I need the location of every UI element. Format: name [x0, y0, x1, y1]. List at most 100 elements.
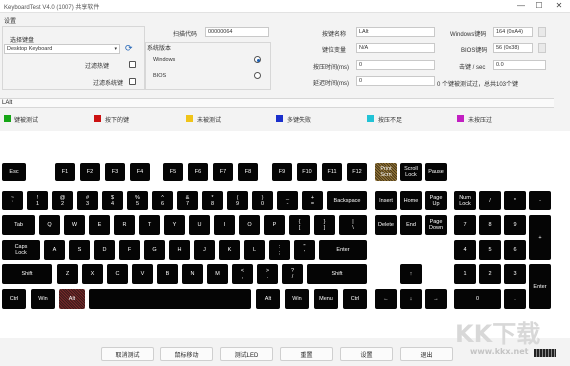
- key-arrow-down[interactable]: ↓: [400, 289, 422, 309]
- key-f10[interactable]: F10: [297, 163, 317, 181]
- key-left-ctrl[interactable]: Ctrl: [2, 289, 26, 309]
- key-f1[interactable]: F1: [55, 163, 75, 181]
- maximize-button[interactable]: ☐: [532, 1, 546, 11]
- key-print-screen[interactable]: Print Scrn: [375, 163, 397, 181]
- key-f4[interactable]: F4: [130, 163, 150, 181]
- key-o[interactable]: O: [239, 215, 260, 235]
- key-0[interactable]: ) 0: [252, 191, 273, 210]
- keyboard-select[interactable]: Desktop Keyboard ▾: [4, 44, 120, 54]
- key-7[interactable]: & 7: [177, 191, 198, 210]
- key-numpad-6[interactable]: 6: [504, 240, 526, 260]
- key-numpad-divide[interactable]: /: [479, 191, 501, 210]
- key-z[interactable]: Z: [57, 264, 78, 284]
- key-enter[interactable]: Enter: [319, 240, 367, 260]
- key-f[interactable]: F: [119, 240, 140, 260]
- key-numpad-5[interactable]: 5: [479, 240, 501, 260]
- key-numpad-2[interactable]: 2: [479, 264, 501, 284]
- key-h[interactable]: H: [169, 240, 190, 260]
- key-arrow-up[interactable]: ↑: [400, 264, 422, 284]
- key-right-alt[interactable]: Alt: [256, 289, 280, 309]
- key-right-ctrl[interactable]: Ctrl: [343, 289, 367, 309]
- mouse-move-button[interactable]: 鼠标移动: [160, 347, 213, 361]
- key-quote[interactable]: " ': [294, 240, 315, 260]
- key-pause[interactable]: Pause: [425, 163, 447, 181]
- key-l[interactable]: L: [244, 240, 265, 260]
- filter-hotkey-checkbox[interactable]: [129, 61, 136, 68]
- key-backslash[interactable]: | \: [339, 215, 367, 235]
- key-j[interactable]: J: [194, 240, 215, 260]
- key-home[interactable]: Home: [400, 191, 422, 210]
- key-f11[interactable]: F11: [322, 163, 342, 181]
- key-caps-lock[interactable]: Caps Lock: [2, 240, 40, 260]
- key-numpad-multiply[interactable]: *: [504, 191, 526, 210]
- key-backspace[interactable]: Backspace: [327, 191, 367, 210]
- key-arrow-right[interactable]: →: [425, 289, 447, 309]
- key-t[interactable]: T: [139, 215, 160, 235]
- key-right-bracket[interactable]: } ]: [314, 215, 335, 235]
- key-numpad-8[interactable]: 8: [479, 215, 501, 235]
- os-bios-radio[interactable]: [254, 72, 261, 79]
- key-esc[interactable]: Esc: [2, 163, 26, 181]
- key-i[interactable]: I: [214, 215, 235, 235]
- key-e[interactable]: E: [89, 215, 110, 235]
- key-numpad-0[interactable]: 0: [454, 289, 501, 309]
- key-f12[interactable]: F12: [347, 163, 367, 181]
- exit-button[interactable]: 退出: [400, 347, 453, 361]
- key-f7[interactable]: F7: [213, 163, 233, 181]
- cancel-test-button[interactable]: 取消测试: [101, 347, 154, 361]
- minimize-button[interactable]: —: [514, 1, 528, 11]
- key-5[interactable]: % 5: [127, 191, 148, 210]
- key-left-alt[interactable]: Alt: [59, 289, 85, 309]
- key-tab[interactable]: Tab: [2, 215, 35, 235]
- key-space[interactable]: [89, 289, 251, 309]
- key-v[interactable]: V: [132, 264, 153, 284]
- key-left-shift[interactable]: Shift: [2, 264, 52, 284]
- key-menu[interactable]: Menu: [314, 289, 338, 309]
- key-numpad-1[interactable]: 1: [454, 264, 476, 284]
- key-slash[interactable]: ? /: [282, 264, 303, 284]
- key-right-win[interactable]: Win: [285, 289, 309, 309]
- key-x[interactable]: X: [82, 264, 103, 284]
- key-p[interactable]: P: [264, 215, 285, 235]
- key-f9[interactable]: F9: [272, 163, 292, 181]
- key-g[interactable]: G: [144, 240, 165, 260]
- key-end[interactable]: End: [400, 215, 422, 235]
- key-n[interactable]: N: [182, 264, 203, 284]
- key-f2[interactable]: F2: [80, 163, 100, 181]
- key-w[interactable]: W: [64, 215, 85, 235]
- key-left-bracket[interactable]: { [: [289, 215, 310, 235]
- test-led-button[interactable]: 测试LED: [220, 347, 273, 361]
- settings-button[interactable]: 设置: [340, 347, 393, 361]
- key-k[interactable]: K: [219, 240, 240, 260]
- key-right-shift[interactable]: Shift: [307, 264, 367, 284]
- key-numpad-9[interactable]: 9: [504, 215, 526, 235]
- key-6[interactable]: ^ 6: [152, 191, 173, 210]
- key-numpad-minus[interactable]: -: [529, 191, 551, 210]
- key-c[interactable]: C: [107, 264, 128, 284]
- key-page-down[interactable]: Page Down: [425, 215, 447, 235]
- reset-button[interactable]: 重置: [280, 347, 333, 361]
- close-button[interactable]: ✕: [552, 1, 566, 11]
- key-scroll-lock[interactable]: Scroll Lock: [400, 163, 422, 181]
- key-f6[interactable]: F6: [188, 163, 208, 181]
- key-f5[interactable]: F5: [163, 163, 183, 181]
- key-arrow-left[interactable]: ←: [375, 289, 397, 309]
- os-windows-radio[interactable]: [254, 56, 261, 63]
- key-period[interactable]: > .: [257, 264, 278, 284]
- key-numpad-dot[interactable]: .: [504, 289, 526, 309]
- key-equal[interactable]: + =: [302, 191, 323, 210]
- key-numpad-7[interactable]: 7: [454, 215, 476, 235]
- key-numpad-3[interactable]: 3: [504, 264, 526, 284]
- key-delete[interactable]: Delete: [375, 215, 397, 235]
- key-numpad-4[interactable]: 4: [454, 240, 476, 260]
- key-m[interactable]: M: [207, 264, 228, 284]
- key-minus[interactable]: _ -: [277, 191, 298, 210]
- key-numpad-enter[interactable]: Enter: [529, 264, 551, 309]
- key-s[interactable]: S: [69, 240, 90, 260]
- key-y[interactable]: Y: [164, 215, 185, 235]
- key-numpad-plus[interactable]: +: [529, 215, 551, 260]
- key-left-win[interactable]: Win: [31, 289, 55, 309]
- key-a[interactable]: A: [44, 240, 65, 260]
- key-semicolon[interactable]: : ;: [269, 240, 290, 260]
- filter-system-key-checkbox[interactable]: [129, 78, 136, 85]
